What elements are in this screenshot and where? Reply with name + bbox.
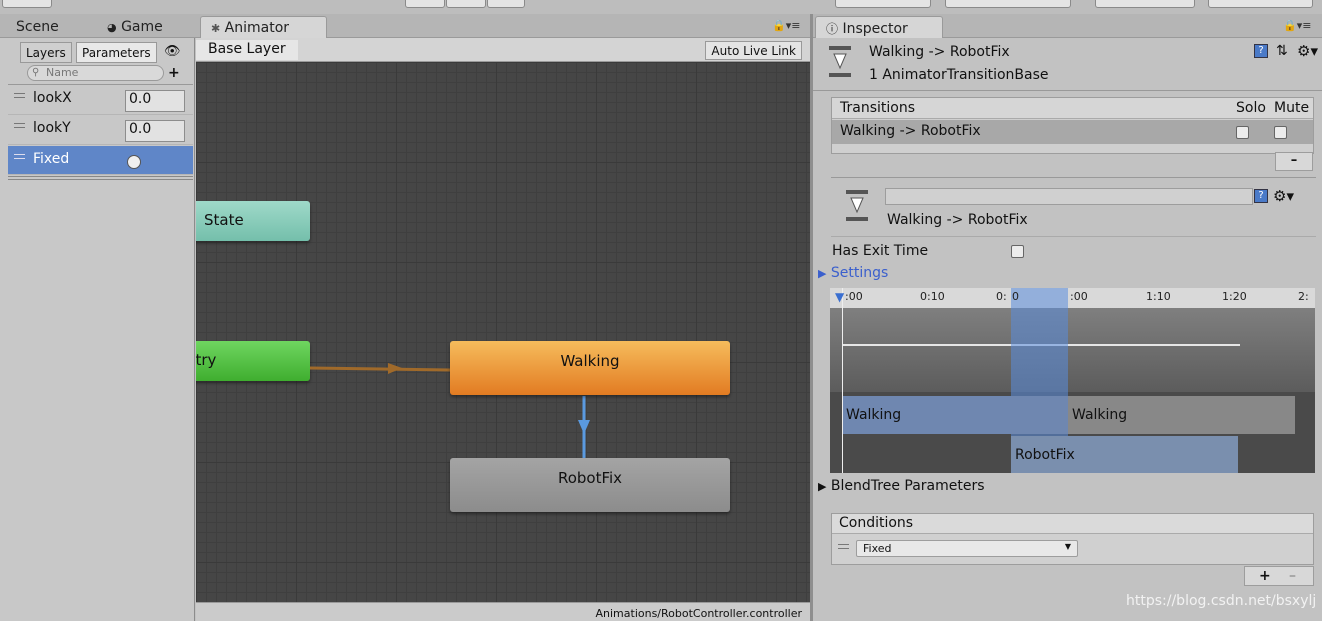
mute-checkbox[interactable] xyxy=(1274,126,1287,139)
remove-condition-button[interactable]: – xyxy=(1289,568,1296,584)
transition-name-field[interactable] xyxy=(885,188,1253,205)
foldout-arrow-icon: ▶ xyxy=(818,267,827,280)
add-condition-button[interactable]: + xyxy=(1259,568,1271,584)
account-button[interactable] xyxy=(945,0,1071,8)
info-icon: ⓘ xyxy=(826,22,839,36)
controller-path: Animations/RobotController.controller xyxy=(595,607,803,620)
tab-layers[interactable]: Layers xyxy=(20,42,72,63)
remove-transition-button[interactable]: – xyxy=(1275,152,1313,171)
add-parameter-button[interactable]: + xyxy=(168,65,180,81)
blendtree-parameters-foldout[interactable]: ▶ BlendTree Parameters xyxy=(818,478,985,494)
has-exit-time-label: Has Exit Time xyxy=(832,243,929,259)
parameter-row[interactable]: Fixed xyxy=(8,146,193,175)
walking-clip-bar-next: Walking xyxy=(1068,396,1295,434)
transition-detail-name: Walking -> RobotFix xyxy=(887,212,1028,228)
transition-icon xyxy=(829,46,851,77)
parameter-row[interactable]: lookY 0.0 xyxy=(8,115,193,145)
tab-parameters[interactable]: Parameters xyxy=(76,42,157,63)
presets-icon[interactable]: ⇅ xyxy=(1276,43,1288,59)
status-bar: Animations/RobotController.controller xyxy=(196,602,810,621)
drag-handle-icon[interactable] xyxy=(14,93,25,98)
state-machine-graph[interactable]: State ntry Walking RobotFix xyxy=(196,62,810,602)
transition-arrow-icon xyxy=(578,420,590,434)
conditions-list: Conditions Fixed ▼ xyxy=(831,513,1314,565)
breadcrumb[interactable]: Base Layer xyxy=(196,40,298,60)
robotfix-clip-bar: RobotFix xyxy=(1011,436,1238,473)
solo-checkbox[interactable] xyxy=(1236,126,1249,139)
has-exit-time-checkbox[interactable] xyxy=(1011,245,1024,258)
dropdown-arrow-icon: ▼ xyxy=(1064,542,1071,551)
top-toolbar xyxy=(0,0,1322,14)
layers-dropdown[interactable] xyxy=(1095,0,1195,8)
inspector-panel: ⓘ Inspector 🔒▾≡ Walking -> RobotFix 1 An… xyxy=(813,14,1322,621)
drag-handle-icon[interactable] xyxy=(838,544,849,549)
eye-icon[interactable]: 👁 xyxy=(164,44,181,59)
conditions-header: Conditions xyxy=(839,515,914,531)
foldout-arrow-icon: ▶ xyxy=(818,480,827,493)
entry-transition-line xyxy=(309,366,451,372)
tab-game[interactable]: ◕ Game xyxy=(97,16,173,38)
entry-arrow-icon xyxy=(388,363,402,374)
graph-toolbar: Base Layer Auto Live Link xyxy=(196,38,810,62)
pause-button[interactable] xyxy=(446,0,486,8)
lock-icon[interactable]: 🔒▾≡ xyxy=(1283,19,1311,32)
auto-live-link-button[interactable]: Auto Live Link xyxy=(705,41,802,60)
transition-detail-icon xyxy=(846,190,868,221)
play-button[interactable] xyxy=(405,0,445,8)
transition-list-item[interactable]: Walking -> RobotFix xyxy=(832,120,1313,144)
parameters-panel: Layers Parameters 👁 ⚲ Name + lookX 0.0 l… xyxy=(0,38,195,621)
robotfix-node[interactable]: RobotFix xyxy=(450,458,730,512)
condition-buttons: + – xyxy=(1244,566,1314,586)
tab-animator[interactable]: ✱ Animator xyxy=(200,16,327,38)
inspector-subtitle: 1 AnimatorTransitionBase xyxy=(869,67,1049,83)
drag-handle-icon[interactable] xyxy=(14,123,25,128)
transitions-header: Transitions xyxy=(840,100,915,116)
game-icon: ◕ xyxy=(107,21,117,34)
settings-foldout[interactable]: ▶ Settings xyxy=(818,265,888,281)
trigger-radio[interactable] xyxy=(127,155,141,169)
looky-value-field[interactable]: 0.0 xyxy=(125,120,185,142)
tab-inspector[interactable]: ⓘ Inspector xyxy=(815,16,943,38)
lookx-value-field[interactable]: 0.0 xyxy=(125,90,185,112)
condition-parameter-dropdown[interactable]: Fixed ▼ xyxy=(856,540,1078,557)
gear-icon[interactable]: ⚙▾ xyxy=(1273,187,1294,205)
help-icon[interactable]: ? xyxy=(1254,44,1268,58)
transition-arrows xyxy=(309,363,590,458)
parameter-row[interactable]: lookX 0.0 xyxy=(8,85,193,115)
inspector-tabbar: ⓘ Inspector 🔒▾≡ xyxy=(813,14,1322,38)
collab-button[interactable] xyxy=(835,0,931,8)
transitions-list: Transitions Solo Mute Walking -> RobotFi… xyxy=(831,97,1314,154)
inspector-title: Walking -> RobotFix xyxy=(869,44,1010,60)
mute-header: Mute xyxy=(1274,100,1310,116)
window-tabbar: Scene ◕ Game ✱ Animator 🔒▾≡ xyxy=(0,14,810,38)
parameter-search-input[interactable]: ⚲ Name xyxy=(27,65,164,81)
animator-icon: ✱ xyxy=(211,22,221,35)
step-button[interactable] xyxy=(487,0,525,8)
tab-scene[interactable]: Scene xyxy=(6,16,69,38)
layout-dropdown[interactable] xyxy=(1208,0,1313,8)
walking-node[interactable]: Walking xyxy=(450,341,730,395)
help-icon[interactable]: ? xyxy=(1254,189,1268,203)
lock-icon[interactable]: 🔒▾≡ xyxy=(772,19,800,32)
drag-handle-icon[interactable] xyxy=(14,154,25,159)
walking-clip-bar: Walking xyxy=(842,396,1069,434)
solo-header: Solo xyxy=(1236,100,1266,116)
watermark: https://blog.csdn.net/bsxylj xyxy=(1126,593,1317,609)
search-icon: ⚲ xyxy=(32,67,40,78)
playhead-marker-icon[interactable]: ▼ xyxy=(835,290,844,304)
playhead[interactable] xyxy=(842,288,843,473)
transition-timeline[interactable]: Walking Walking RobotFix ▼ :00 0:10 0: 0… xyxy=(830,288,1315,473)
gear-icon[interactable]: ⚙▾ xyxy=(1297,42,1318,60)
toolbar-button[interactable] xyxy=(2,0,52,8)
